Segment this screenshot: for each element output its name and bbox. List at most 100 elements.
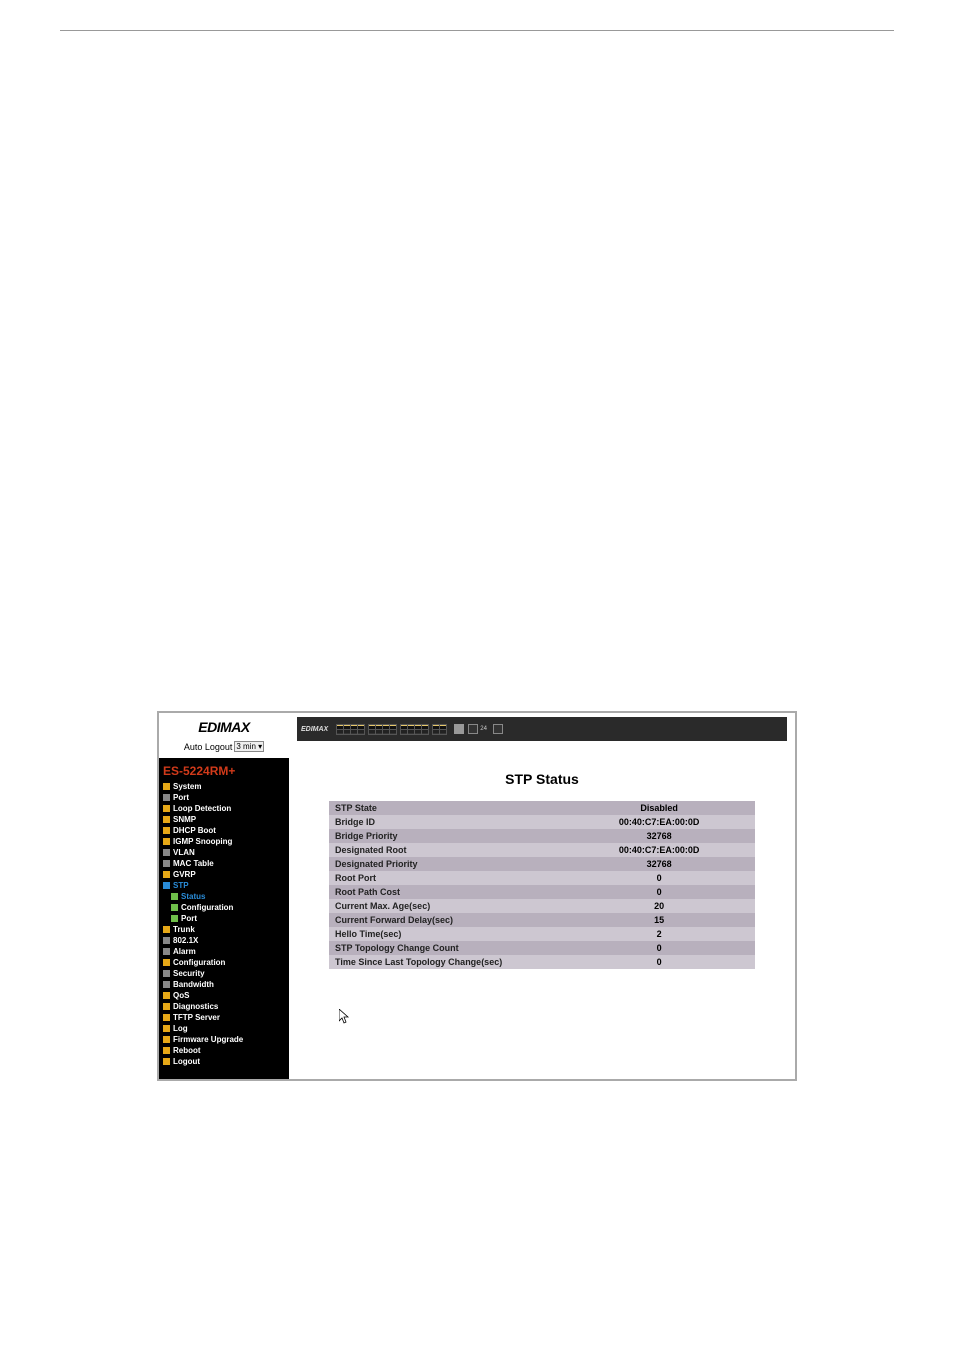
module-slot-icon xyxy=(468,724,478,734)
port-led-icon xyxy=(337,730,343,734)
table-row: Hello Time(sec)2 xyxy=(329,927,755,941)
auto-logout-select[interactable]: 3 min ▾ xyxy=(234,741,264,752)
nav-label: Configuration xyxy=(181,902,233,913)
table-row: Bridge ID00:40:C7:EA:00:0D xyxy=(329,815,755,829)
bullet-icon xyxy=(163,1025,170,1032)
nav-item-log[interactable]: Log xyxy=(161,1023,287,1034)
port-led-icon xyxy=(358,730,364,734)
port-led-icon xyxy=(369,730,375,734)
nav-label: QoS xyxy=(173,990,189,1001)
nav-item-snmp[interactable]: SNMP xyxy=(161,814,287,825)
content-inner: STP Status STP StateDisabled Bridge ID00… xyxy=(289,741,795,999)
row-value: 2 xyxy=(563,927,755,941)
row-label: Root Path Cost xyxy=(329,885,563,899)
bullet-icon xyxy=(163,838,170,845)
port-led-icon xyxy=(344,725,350,729)
page-title: STP Status xyxy=(329,771,755,787)
nav-label: Loop Detection xyxy=(173,803,231,814)
nav-item-vlan[interactable]: VLAN xyxy=(161,847,287,858)
port-led-icon xyxy=(433,725,439,729)
nav-label: VLAN xyxy=(173,847,195,858)
bullet-icon xyxy=(163,794,170,801)
auto-logout-value: 3 min xyxy=(236,742,256,751)
row-label: Designated Root xyxy=(329,843,563,857)
bullet-icon xyxy=(171,904,178,911)
nav-item-firmware-upgrade[interactable]: Firmware Upgrade xyxy=(161,1034,287,1045)
bullet-icon xyxy=(163,992,170,999)
row-label: Current Forward Delay(sec) xyxy=(329,913,563,927)
row-value: 0 xyxy=(563,871,755,885)
bullet-icon xyxy=(163,1036,170,1043)
bullet-icon xyxy=(163,937,170,944)
nav-item-logout[interactable]: Logout xyxy=(161,1056,287,1067)
sidebar: EDIMAX Auto Logout 3 min ▾ ES-5224RM+ Sy… xyxy=(159,713,289,1079)
nav-item-dhcp-boot[interactable]: DHCP Boot xyxy=(161,825,287,836)
nav-item-mac-table[interactable]: MAC Table xyxy=(161,858,287,869)
nav-panel: ES-5224RM+ System Port Loop Detection SN… xyxy=(159,758,289,1079)
nav-label: SNMP xyxy=(173,814,196,825)
nav-label: IGMP Snooping xyxy=(173,836,232,847)
nav-item-configuration[interactable]: Configuration xyxy=(161,957,287,968)
device-banner: EDIMAX xyxy=(297,717,787,741)
nav-item-system[interactable]: System xyxy=(161,781,287,792)
nav-label: TFTP Server xyxy=(173,1012,220,1023)
row-label: Bridge Priority xyxy=(329,829,563,843)
nav-label: MAC Table xyxy=(173,858,214,869)
port-block-3 xyxy=(400,724,429,735)
nav-label: Port xyxy=(181,913,197,924)
nav-item-reboot[interactable]: Reboot xyxy=(161,1045,287,1056)
bullet-icon xyxy=(163,882,170,889)
nav-item-trunk[interactable]: Trunk xyxy=(161,924,287,935)
row-label: Designated Priority xyxy=(329,857,563,871)
nav-label: DHCP Boot xyxy=(173,825,216,836)
nav-item-stp-configuration[interactable]: Configuration xyxy=(161,902,287,913)
module-slot-icon xyxy=(493,724,503,734)
page-container: EDIMAX Auto Logout 3 min ▾ ES-5224RM+ Sy… xyxy=(0,0,954,1111)
row-label: Current Max. Age(sec) xyxy=(329,899,563,913)
auto-logout-row: Auto Logout 3 min ▾ xyxy=(163,741,285,752)
nav-item-security[interactable]: Security xyxy=(161,968,287,979)
bullet-icon xyxy=(163,948,170,955)
cursor-pointer-icon xyxy=(339,1009,351,1030)
nav-label: Status xyxy=(181,891,205,902)
nav-item-8021x[interactable]: 802.1X xyxy=(161,935,287,946)
port-led-icon xyxy=(390,725,396,729)
port-led-icon xyxy=(383,725,389,729)
nav-item-stp-port[interactable]: Port xyxy=(161,913,287,924)
table-row: Current Forward Delay(sec)15 xyxy=(329,913,755,927)
port-block-1 xyxy=(336,724,365,735)
nav-label: 802.1X xyxy=(173,935,198,946)
nav-item-stp[interactable]: STP xyxy=(161,880,287,891)
port-led-icon xyxy=(422,725,428,729)
nav-item-qos[interactable]: QoS xyxy=(161,990,287,1001)
bullet-icon xyxy=(163,959,170,966)
table-row: Time Since Last Topology Change(sec)0 xyxy=(329,955,755,969)
nav-label: Alarm xyxy=(173,946,196,957)
bullet-icon xyxy=(163,871,170,878)
port-led-icon xyxy=(440,730,446,734)
port-block-4 xyxy=(432,724,447,735)
nav-item-diagnostics[interactable]: Diagnostics xyxy=(161,1001,287,1012)
bullet-icon xyxy=(163,1058,170,1065)
nav-item-port[interactable]: Port xyxy=(161,792,287,803)
nav-label: Log xyxy=(173,1023,188,1034)
nav-title: ES-5224RM+ xyxy=(161,764,287,781)
row-value: 0 xyxy=(563,941,755,955)
nav-item-tftp-server[interactable]: TFTP Server xyxy=(161,1012,287,1023)
banner-port-label: 24 xyxy=(480,726,487,732)
nav-item-igmp-snooping[interactable]: IGMP Snooping xyxy=(161,836,287,847)
nav-item-alarm[interactable]: Alarm xyxy=(161,946,287,957)
nav-item-loop-detection[interactable]: Loop Detection xyxy=(161,803,287,814)
row-value: 0 xyxy=(563,955,755,969)
nav-label: Reboot xyxy=(173,1045,201,1056)
nav-label: STP xyxy=(173,880,189,891)
port-led-icon xyxy=(390,730,396,734)
main-area: EDIMAX xyxy=(289,713,795,1079)
row-label: Bridge ID xyxy=(329,815,563,829)
nav-item-gvrp[interactable]: GVRP xyxy=(161,869,287,880)
nav-item-bandwidth[interactable]: Bandwidth xyxy=(161,979,287,990)
row-value: 15 xyxy=(563,913,755,927)
nav-item-stp-status[interactable]: Status xyxy=(161,891,287,902)
bullet-icon xyxy=(163,970,170,977)
port-led-icon xyxy=(422,730,428,734)
